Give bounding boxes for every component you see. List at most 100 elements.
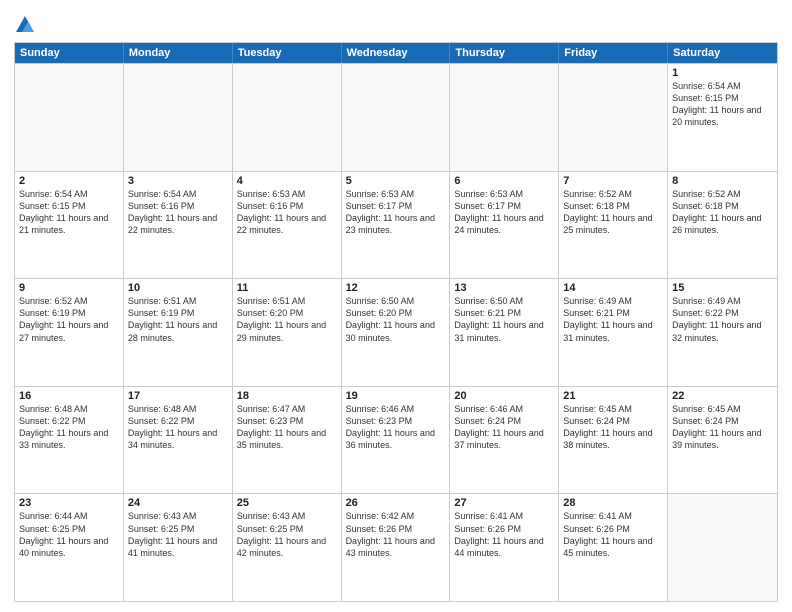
day-number: 27 xyxy=(454,497,554,509)
day-cell-28: 28Sunrise: 6:41 AMSunset: 6:26 PMDayligh… xyxy=(559,494,668,601)
day-cell-5: 5Sunrise: 6:53 AMSunset: 6:17 PMDaylight… xyxy=(342,172,451,279)
day-number: 2 xyxy=(19,175,119,187)
day-number: 17 xyxy=(128,390,228,402)
day-info: Sunrise: 6:49 AMSunset: 6:22 PMDaylight:… xyxy=(672,295,773,344)
weekday-header-sunday: Sunday xyxy=(15,43,124,63)
empty-cell xyxy=(668,494,777,601)
day-cell-14: 14Sunrise: 6:49 AMSunset: 6:21 PMDayligh… xyxy=(559,279,668,386)
day-number: 25 xyxy=(237,497,337,509)
logo xyxy=(14,14,40,36)
day-cell-3: 3Sunrise: 6:54 AMSunset: 6:16 PMDaylight… xyxy=(124,172,233,279)
day-info: Sunrise: 6:41 AMSunset: 6:26 PMDaylight:… xyxy=(563,510,663,559)
calendar-row-4: 23Sunrise: 6:44 AMSunset: 6:25 PMDayligh… xyxy=(15,493,777,601)
weekday-header-thursday: Thursday xyxy=(450,43,559,63)
day-cell-11: 11Sunrise: 6:51 AMSunset: 6:20 PMDayligh… xyxy=(233,279,342,386)
empty-cell xyxy=(15,64,124,171)
day-info: Sunrise: 6:51 AMSunset: 6:19 PMDaylight:… xyxy=(128,295,228,344)
day-number: 22 xyxy=(672,390,773,402)
day-cell-1: 1Sunrise: 6:54 AMSunset: 6:15 PMDaylight… xyxy=(668,64,777,171)
day-number: 7 xyxy=(563,175,663,187)
day-cell-19: 19Sunrise: 6:46 AMSunset: 6:23 PMDayligh… xyxy=(342,387,451,494)
empty-cell xyxy=(233,64,342,171)
day-cell-10: 10Sunrise: 6:51 AMSunset: 6:19 PMDayligh… xyxy=(124,279,233,386)
day-cell-12: 12Sunrise: 6:50 AMSunset: 6:20 PMDayligh… xyxy=(342,279,451,386)
day-number: 14 xyxy=(563,282,663,294)
empty-cell xyxy=(342,64,451,171)
empty-cell xyxy=(450,64,559,171)
day-number: 20 xyxy=(454,390,554,402)
weekday-header-friday: Friday xyxy=(559,43,668,63)
day-info: Sunrise: 6:47 AMSunset: 6:23 PMDaylight:… xyxy=(237,403,337,452)
day-info: Sunrise: 6:43 AMSunset: 6:25 PMDaylight:… xyxy=(128,510,228,559)
day-info: Sunrise: 6:42 AMSunset: 6:26 PMDaylight:… xyxy=(346,510,446,559)
day-cell-8: 8Sunrise: 6:52 AMSunset: 6:18 PMDaylight… xyxy=(668,172,777,279)
day-number: 23 xyxy=(19,497,119,509)
day-cell-26: 26Sunrise: 6:42 AMSunset: 6:26 PMDayligh… xyxy=(342,494,451,601)
day-info: Sunrise: 6:50 AMSunset: 6:21 PMDaylight:… xyxy=(454,295,554,344)
header xyxy=(14,10,778,36)
day-info: Sunrise: 6:53 AMSunset: 6:17 PMDaylight:… xyxy=(346,188,446,237)
calendar-row-1: 2Sunrise: 6:54 AMSunset: 6:15 PMDaylight… xyxy=(15,171,777,279)
day-number: 3 xyxy=(128,175,228,187)
day-info: Sunrise: 6:54 AMSunset: 6:16 PMDaylight:… xyxy=(128,188,228,237)
day-info: Sunrise: 6:44 AMSunset: 6:25 PMDaylight:… xyxy=(19,510,119,559)
day-info: Sunrise: 6:48 AMSunset: 6:22 PMDaylight:… xyxy=(19,403,119,452)
day-info: Sunrise: 6:46 AMSunset: 6:24 PMDaylight:… xyxy=(454,403,554,452)
weekday-header-monday: Monday xyxy=(124,43,233,63)
day-number: 6 xyxy=(454,175,554,187)
day-number: 21 xyxy=(563,390,663,402)
day-cell-9: 9Sunrise: 6:52 AMSunset: 6:19 PMDaylight… xyxy=(15,279,124,386)
day-number: 19 xyxy=(346,390,446,402)
day-number: 10 xyxy=(128,282,228,294)
day-info: Sunrise: 6:48 AMSunset: 6:22 PMDaylight:… xyxy=(128,403,228,452)
day-cell-13: 13Sunrise: 6:50 AMSunset: 6:21 PMDayligh… xyxy=(450,279,559,386)
day-number: 16 xyxy=(19,390,119,402)
day-cell-21: 21Sunrise: 6:45 AMSunset: 6:24 PMDayligh… xyxy=(559,387,668,494)
page: SundayMondayTuesdayWednesdayThursdayFrid… xyxy=(0,0,792,612)
day-cell-6: 6Sunrise: 6:53 AMSunset: 6:17 PMDaylight… xyxy=(450,172,559,279)
day-info: Sunrise: 6:54 AMSunset: 6:15 PMDaylight:… xyxy=(672,80,773,129)
day-info: Sunrise: 6:53 AMSunset: 6:16 PMDaylight:… xyxy=(237,188,337,237)
calendar-row-0: 1Sunrise: 6:54 AMSunset: 6:15 PMDaylight… xyxy=(15,63,777,171)
day-info: Sunrise: 6:45 AMSunset: 6:24 PMDaylight:… xyxy=(672,403,773,452)
day-number: 5 xyxy=(346,175,446,187)
calendar-row-2: 9Sunrise: 6:52 AMSunset: 6:19 PMDaylight… xyxy=(15,278,777,386)
day-info: Sunrise: 6:52 AMSunset: 6:18 PMDaylight:… xyxy=(672,188,773,237)
empty-cell xyxy=(124,64,233,171)
day-number: 11 xyxy=(237,282,337,294)
calendar-body: 1Sunrise: 6:54 AMSunset: 6:15 PMDaylight… xyxy=(15,63,777,601)
day-info: Sunrise: 6:46 AMSunset: 6:23 PMDaylight:… xyxy=(346,403,446,452)
day-number: 15 xyxy=(672,282,773,294)
logo-icon xyxy=(14,14,36,36)
empty-cell xyxy=(559,64,668,171)
day-cell-16: 16Sunrise: 6:48 AMSunset: 6:22 PMDayligh… xyxy=(15,387,124,494)
day-number: 13 xyxy=(454,282,554,294)
day-cell-23: 23Sunrise: 6:44 AMSunset: 6:25 PMDayligh… xyxy=(15,494,124,601)
day-number: 8 xyxy=(672,175,773,187)
day-cell-25: 25Sunrise: 6:43 AMSunset: 6:25 PMDayligh… xyxy=(233,494,342,601)
day-number: 1 xyxy=(672,67,773,79)
weekday-header-saturday: Saturday xyxy=(668,43,777,63)
day-cell-20: 20Sunrise: 6:46 AMSunset: 6:24 PMDayligh… xyxy=(450,387,559,494)
day-info: Sunrise: 6:50 AMSunset: 6:20 PMDaylight:… xyxy=(346,295,446,344)
day-cell-24: 24Sunrise: 6:43 AMSunset: 6:25 PMDayligh… xyxy=(124,494,233,601)
day-number: 18 xyxy=(237,390,337,402)
day-number: 28 xyxy=(563,497,663,509)
day-cell-4: 4Sunrise: 6:53 AMSunset: 6:16 PMDaylight… xyxy=(233,172,342,279)
day-number: 12 xyxy=(346,282,446,294)
day-cell-22: 22Sunrise: 6:45 AMSunset: 6:24 PMDayligh… xyxy=(668,387,777,494)
day-info: Sunrise: 6:45 AMSunset: 6:24 PMDaylight:… xyxy=(563,403,663,452)
calendar: SundayMondayTuesdayWednesdayThursdayFrid… xyxy=(14,42,778,602)
day-cell-7: 7Sunrise: 6:52 AMSunset: 6:18 PMDaylight… xyxy=(559,172,668,279)
day-info: Sunrise: 6:54 AMSunset: 6:15 PMDaylight:… xyxy=(19,188,119,237)
day-cell-27: 27Sunrise: 6:41 AMSunset: 6:26 PMDayligh… xyxy=(450,494,559,601)
day-number: 24 xyxy=(128,497,228,509)
day-info: Sunrise: 6:52 AMSunset: 6:19 PMDaylight:… xyxy=(19,295,119,344)
day-info: Sunrise: 6:52 AMSunset: 6:18 PMDaylight:… xyxy=(563,188,663,237)
calendar-header: SundayMondayTuesdayWednesdayThursdayFrid… xyxy=(15,43,777,63)
calendar-row-3: 16Sunrise: 6:48 AMSunset: 6:22 PMDayligh… xyxy=(15,386,777,494)
day-cell-2: 2Sunrise: 6:54 AMSunset: 6:15 PMDaylight… xyxy=(15,172,124,279)
day-number: 4 xyxy=(237,175,337,187)
day-info: Sunrise: 6:41 AMSunset: 6:26 PMDaylight:… xyxy=(454,510,554,559)
day-info: Sunrise: 6:43 AMSunset: 6:25 PMDaylight:… xyxy=(237,510,337,559)
